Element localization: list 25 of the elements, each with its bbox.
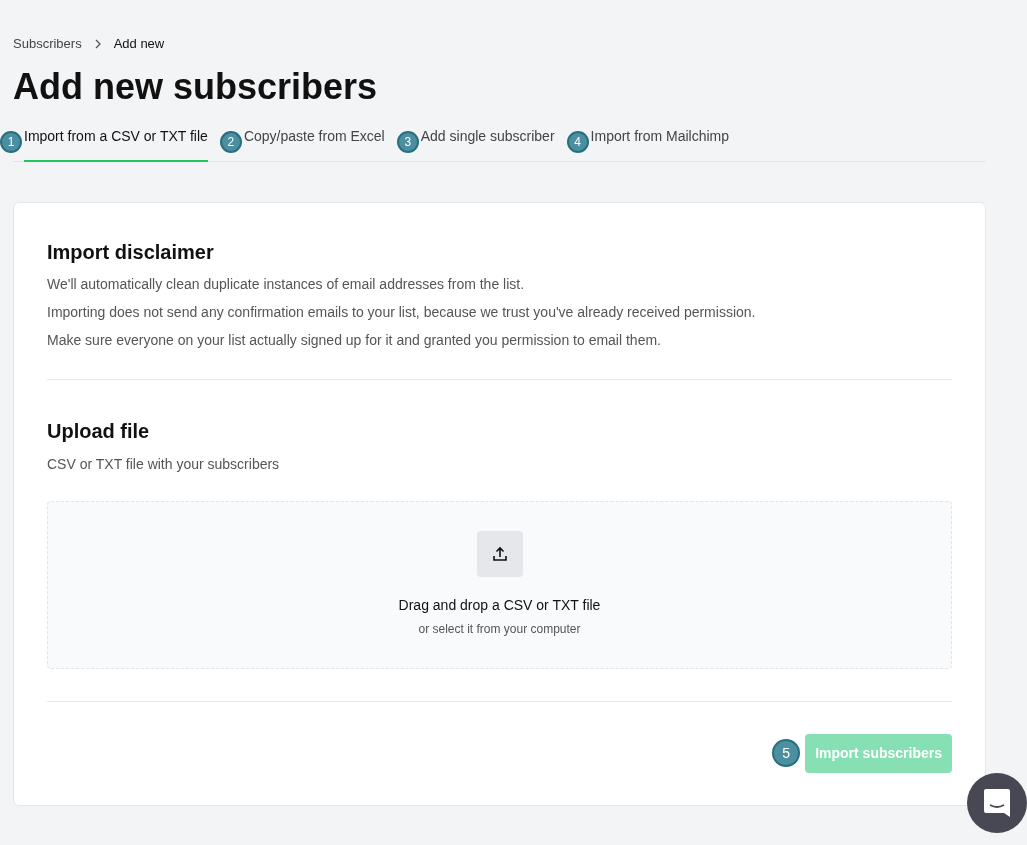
chat-icon [983,788,1011,818]
step-marker: 5 [772,739,801,767]
tab[interactable]: Import from a CSV or TXT file [24,123,208,162]
step-marker: 3 [396,131,419,153]
drop-hint: or select it from your computer [418,621,581,638]
tab[interactable]: Copy/paste from Excel [243,123,385,162]
breadcrumb-link[interactable]: Subscribers [13,34,82,54]
page-title: Add new subscribers [13,64,379,109]
chevron-icon [93,38,102,49]
chat-button[interactable] [967,773,1027,833]
breadcrumb-current: Add new [113,35,165,53]
section-title: Import disclaimer [47,239,215,265]
upload-icon [476,531,523,577]
tab[interactable]: Add single subscriber [420,123,555,162]
tab[interactable]: Import from Mailchimp [590,123,730,162]
disclaimer-text: Make sure everyone on your list actually signed up for it and granted you permission to email them. [47,330,662,349]
step-marker: 2 [219,131,242,153]
drop-zone[interactable]: Drag and drop a CSV or TXT file or select it from your computer [47,500,952,669]
disclaimer-text: We'll automatically clean duplicate instances of email addresses from the list. [47,274,526,293]
section-subtitle: CSV or TXT file with your subscribers [47,454,281,474]
step-marker: 1 [0,131,22,153]
step-marker: 4 [566,131,589,153]
section-title: Upload file [47,418,151,444]
disclaimer-text: Importing does not send any confirmation emails to your list, because we trust you've already received permission. [47,302,757,321]
drop-text: Drag and drop a CSV or TXT file [398,596,601,615]
